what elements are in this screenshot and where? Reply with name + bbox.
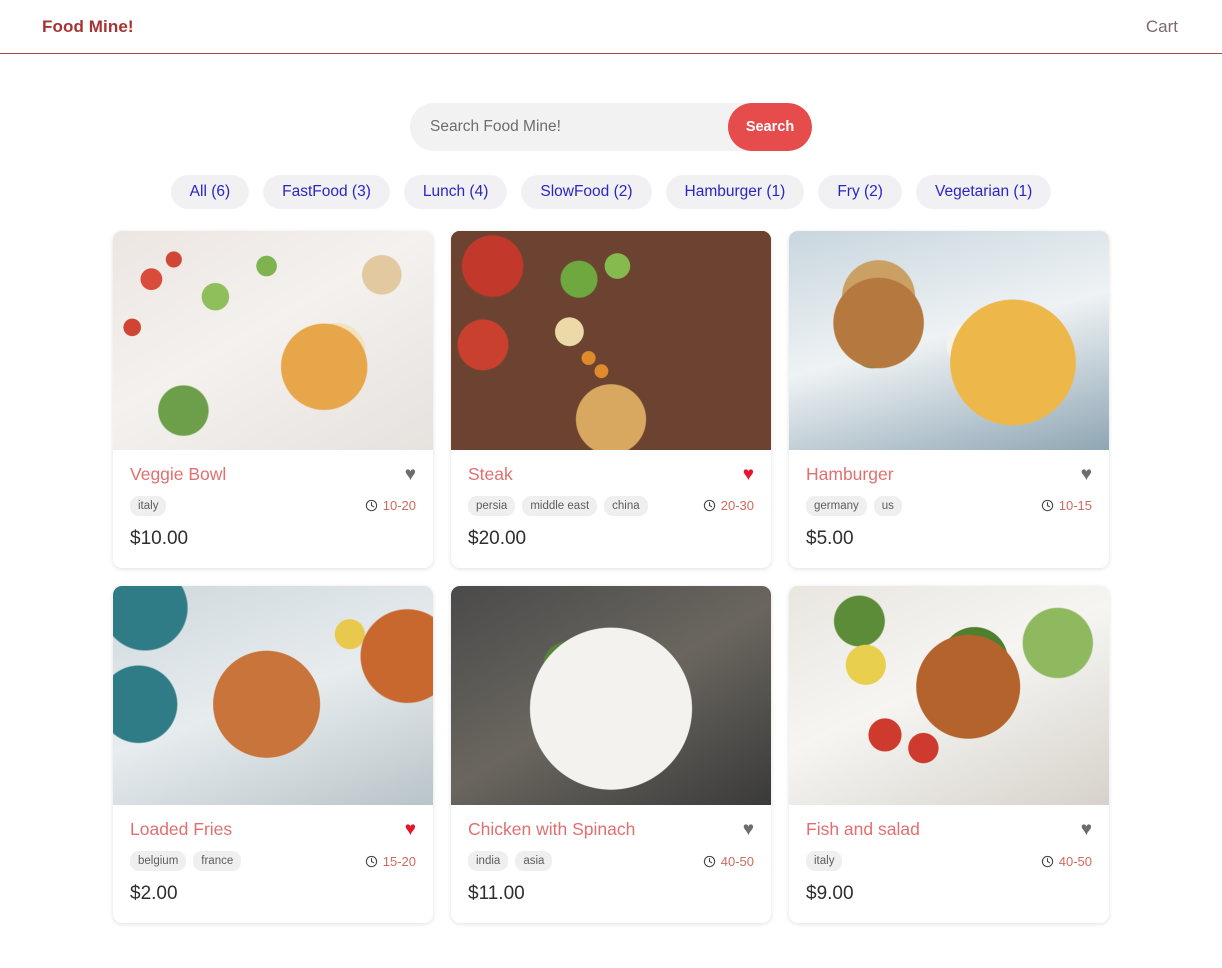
food-card[interactable]: Hamburger ♥ germany us 10-15 $5.00 <box>789 230 1109 568</box>
cook-time-label: 15-20 <box>382 853 416 869</box>
cook-time-label: 10-20 <box>382 498 416 514</box>
food-title-row: Chicken with Spinach ♥ <box>468 819 754 840</box>
food-title-row: Fish and salad ♥ <box>806 819 1092 840</box>
food-tag[interactable]: belgium <box>130 850 187 872</box>
food-tag-list: germany us <box>806 495 902 516</box>
food-meta-row: italy 40-50 <box>806 850 1092 872</box>
food-tag[interactable]: italy <box>130 495 167 516</box>
site-header: Food Mine! Cart <box>0 0 1222 54</box>
food-tag[interactable]: germany <box>806 495 867 516</box>
cook-time-label: 20-30 <box>720 498 754 514</box>
cook-time: 40-50 <box>1041 854 1092 869</box>
cook-time: 10-15 <box>1041 498 1092 513</box>
clock-icon <box>703 855 716 868</box>
search-section: Search <box>0 103 1222 151</box>
tag-filter-list: All (6) FastFood (3) Lunch (4) SlowFood (2)… <box>0 175 1222 209</box>
food-meta-row: germany us 10-15 <box>806 495 1092 516</box>
cook-time-label: 40-50 <box>720 853 754 869</box>
clock-icon <box>365 855 378 868</box>
search-bar: Search <box>410 103 812 151</box>
food-tag-list: belgium france <box>130 850 242 872</box>
food-title-row: Veggie Bowl ♥ <box>130 464 416 485</box>
food-name-link[interactable]: Loaded Fries <box>130 819 232 840</box>
favorite-heart-icon[interactable]: ♥ <box>405 465 416 484</box>
cook-time: 10-20 <box>365 498 416 513</box>
food-card-body: Steak ♥ persia middle east china 20-30 $20.00 <box>451 450 771 568</box>
food-image-link[interactable] <box>789 230 1109 450</box>
food-card-body: Veggie Bowl ♥ italy 10-20 $10.00 <box>113 450 433 568</box>
cook-time-label: 10-15 <box>1058 498 1092 514</box>
food-price: $2.00 <box>130 883 178 905</box>
food-title-row: Steak ♥ <box>468 464 754 485</box>
food-meta-row: belgium france 15-20 <box>130 850 416 872</box>
food-price: $5.00 <box>806 527 854 549</box>
food-tag[interactable]: india <box>468 850 509 872</box>
tag-chip-lunch[interactable]: Lunch (4) <box>403 175 508 209</box>
clock-icon <box>365 499 378 512</box>
food-tag-list: italy <box>806 850 843 872</box>
tag-chip-vegetarian[interactable]: Vegetarian (1) <box>915 175 1052 209</box>
tag-chip-fastfood[interactable]: FastFood (3) <box>263 175 390 209</box>
food-image-link[interactable] <box>451 585 771 805</box>
tag-chip-hamburger[interactable]: Hamburger (1) <box>665 175 805 209</box>
favorite-heart-icon[interactable]: ♥ <box>743 820 754 839</box>
food-image-link[interactable] <box>789 585 1109 805</box>
food-tag[interactable]: persia <box>468 495 516 516</box>
cook-time: 15-20 <box>365 854 416 869</box>
food-meta-row: persia middle east china 20-30 <box>468 495 754 516</box>
food-image-link[interactable] <box>113 585 433 805</box>
food-title-row: Loaded Fries ♥ <box>130 819 416 840</box>
food-name-link[interactable]: Hamburger <box>806 464 894 485</box>
food-tag-list: italy <box>130 495 167 516</box>
food-name-link[interactable]: Fish and salad <box>806 819 920 840</box>
food-image-link[interactable] <box>451 230 771 450</box>
food-name-link[interactable]: Chicken with Spinach <box>468 819 635 840</box>
clock-icon <box>1041 855 1054 868</box>
cook-time-label: 40-50 <box>1058 853 1092 869</box>
food-card-body: Fish and salad ♥ italy 40-50 $9.00 <box>789 805 1109 923</box>
food-card-body: Chicken with Spinach ♥ india asia 40-50 $11.0… <box>451 805 771 923</box>
cart-link[interactable]: Cart <box>1146 17 1178 37</box>
food-card[interactable]: Loaded Fries ♥ belgium france 15-20 $2.00 <box>113 585 433 924</box>
cook-time: 20-30 <box>703 498 754 513</box>
food-meta-row: italy 10-20 <box>130 495 416 516</box>
food-image-link[interactable] <box>113 230 433 450</box>
favorite-heart-icon[interactable]: ♥ <box>1081 465 1092 484</box>
food-tag[interactable]: france <box>193 850 242 872</box>
food-tag-list: india asia <box>468 850 553 872</box>
food-name-link[interactable]: Steak <box>468 464 513 485</box>
favorite-heart-icon[interactable]: ♥ <box>743 465 754 484</box>
food-tag[interactable]: us <box>873 495 902 516</box>
food-price: $11.00 <box>468 883 525 905</box>
favorite-heart-icon[interactable]: ♥ <box>405 820 416 839</box>
food-card[interactable]: Chicken with Spinach ♥ india asia 40-50 $11.0… <box>451 585 771 924</box>
food-card[interactable]: Veggie Bowl ♥ italy 10-20 $10.00 <box>113 230 433 568</box>
cook-time: 40-50 <box>703 854 754 869</box>
food-price: $10.00 <box>130 527 189 549</box>
food-title-row: Hamburger ♥ <box>806 464 1092 485</box>
food-tag[interactable]: asia <box>515 850 553 872</box>
tag-chip-fry[interactable]: Fry (2) <box>818 175 902 209</box>
food-card[interactable]: Fish and salad ♥ italy 40-50 $9.00 <box>789 585 1109 924</box>
food-tag[interactable]: middle east <box>522 495 598 516</box>
food-name-link[interactable]: Veggie Bowl <box>130 464 226 485</box>
tag-chip-slowfood[interactable]: SlowFood (2) <box>521 175 652 209</box>
clock-icon <box>1041 499 1054 512</box>
favorite-heart-icon[interactable]: ♥ <box>1081 820 1092 839</box>
brand-logo-link[interactable]: Food Mine! <box>42 17 134 37</box>
food-price: $9.00 <box>806 883 854 905</box>
food-tag[interactable]: italy <box>806 850 843 872</box>
food-card-body: Loaded Fries ♥ belgium france 15-20 $2.00 <box>113 805 433 923</box>
tag-chip-all[interactable]: All (6) <box>170 175 250 209</box>
food-grid: Veggie Bowl ♥ italy 10-20 $10.00 Steak ♥ persia… <box>0 230 1222 924</box>
search-button[interactable]: Search <box>728 103 812 151</box>
food-price: $20.00 <box>468 527 527 549</box>
search-input[interactable] <box>410 103 728 151</box>
food-tag[interactable]: china <box>604 495 648 516</box>
food-card-body: Hamburger ♥ germany us 10-15 $5.00 <box>789 450 1109 568</box>
food-meta-row: india asia 40-50 <box>468 850 754 872</box>
clock-icon <box>703 499 716 512</box>
food-card[interactable]: Steak ♥ persia middle east china 20-30 $20.00 <box>451 230 771 568</box>
food-tag-list: persia middle east china <box>468 495 648 516</box>
